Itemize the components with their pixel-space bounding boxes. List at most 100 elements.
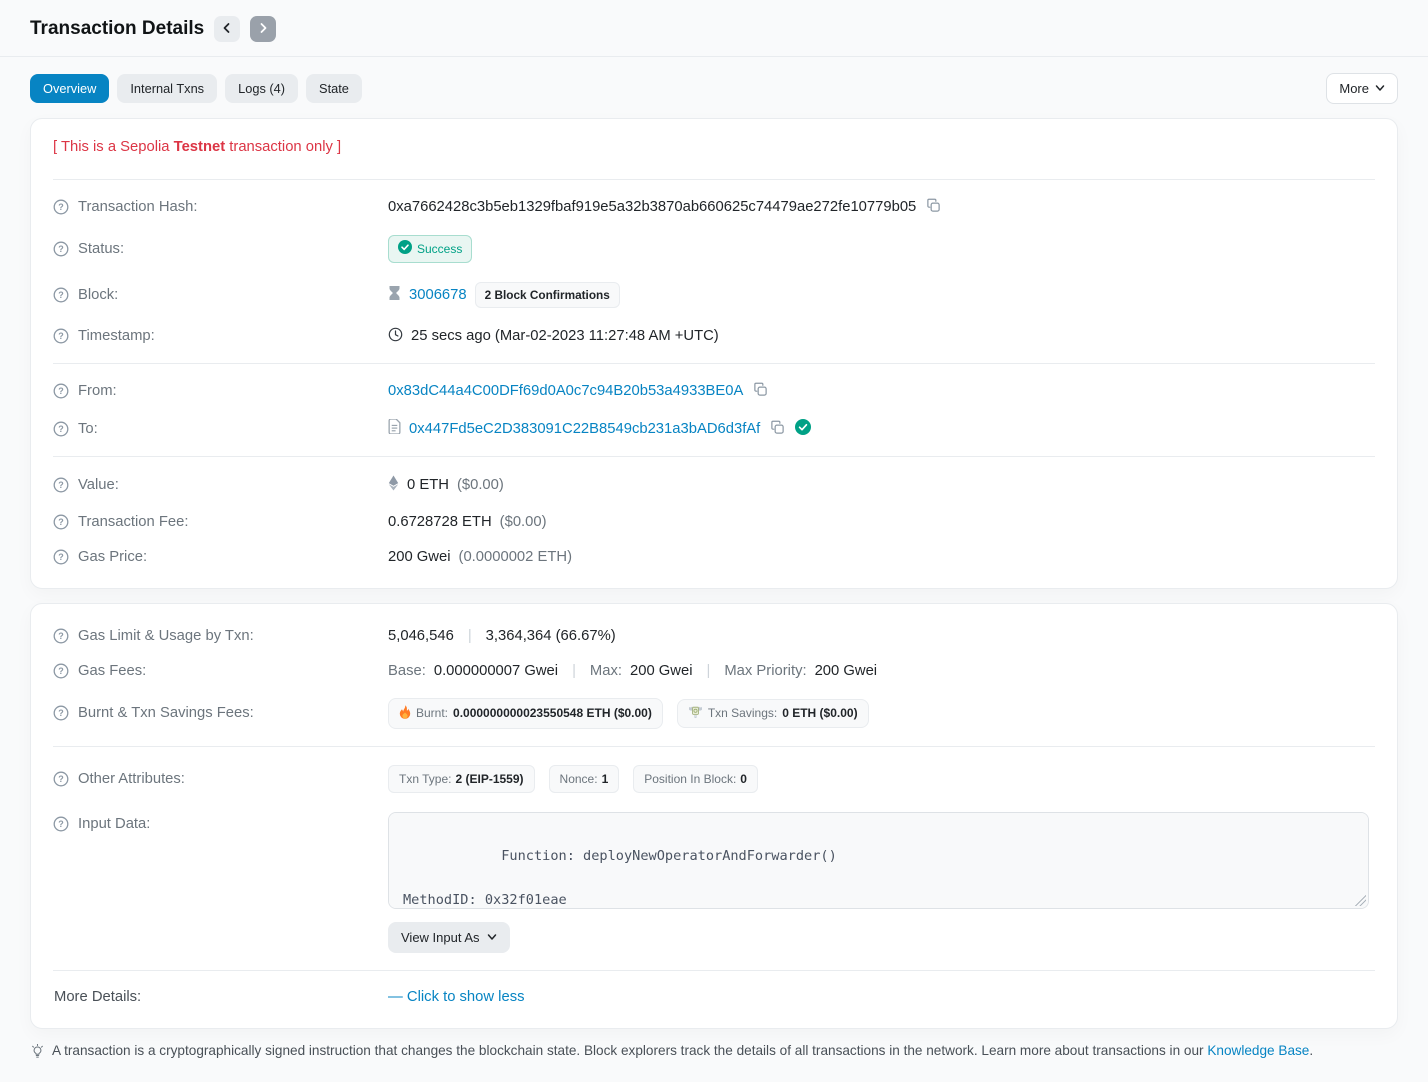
status-label: Status: [78, 241, 124, 257]
transaction-summary-section: ? Transaction Hash: 0xa7662428c3b5eb1329… [53, 179, 1375, 363]
help-icon[interactable]: ? [53, 628, 69, 644]
svg-text:?: ? [58, 202, 64, 212]
gas-limit-row: ? Gas Limit & Usage by Txn: 5,046,546 | … [53, 618, 1375, 653]
burnt-badge: Burnt: 0.000000000023550548 ETH ($0.00) [388, 698, 663, 729]
svg-text:?: ? [58, 331, 64, 341]
gas-price-row: ? Gas Price: 200 Gwei (0.0000002 ETH) [53, 539, 1375, 574]
tab-overview[interactable]: Overview [30, 74, 109, 103]
svg-text:?: ? [58, 774, 64, 784]
svg-text:?: ? [58, 552, 64, 562]
gas-limit-label: Gas Limit & Usage by Txn: [78, 628, 254, 644]
resize-handle[interactable] [1355, 895, 1366, 906]
nonce-value: 1 [602, 772, 609, 786]
position-in-block-label: Position In Block: [644, 772, 736, 786]
addresses-section: ? From: 0x83dC44a4C00DFf69d0A0c7c94B20b5… [53, 363, 1375, 456]
transaction-fee-amount: 0.6728728 ETH [388, 514, 492, 530]
svg-text:?: ? [58, 631, 64, 641]
tabs-row: Overview Internal Txns Logs (4) State Mo… [0, 57, 1428, 118]
contract-icon [388, 419, 401, 438]
hourglass-icon [388, 286, 401, 304]
copy-icon [926, 198, 941, 216]
copy-hash-button[interactable] [924, 198, 943, 216]
copy-to-address-button[interactable] [768, 420, 787, 438]
svg-text:?: ? [58, 386, 64, 396]
txn-savings-badge: Txn Savings: 0 ETH ($0.00) [677, 699, 869, 728]
svg-text:?: ? [58, 819, 64, 829]
input-data-label: Input Data: [78, 816, 150, 832]
help-icon[interactable]: ? [53, 771, 69, 787]
help-icon[interactable]: ? [53, 383, 69, 399]
copy-from-address-button[interactable] [751, 382, 770, 400]
tab-logs[interactable]: Logs (4) [225, 74, 298, 103]
transaction-details-page: Transaction Details Overview Internal Tx… [0, 0, 1428, 1082]
position-in-block-badge: Position In Block: 0 [633, 765, 758, 793]
block-confirmations-badge: 2 Block Confirmations [475, 282, 620, 308]
help-icon[interactable]: ? [53, 328, 69, 344]
from-row: ? From: 0x83dC44a4C00DFf69d0A0c7c94B20b5… [53, 372, 1375, 409]
help-icon[interactable]: ? [53, 477, 69, 493]
input-data-textarea[interactable]: Function: deployNewOperatorAndForwarder(… [388, 812, 1369, 909]
view-input-as-label: View Input As [401, 930, 480, 945]
verified-check-icon [795, 419, 811, 439]
testnet-warning-section: [ This is a Sepolia Testnet transaction … [53, 125, 1375, 179]
help-icon[interactable]: ? [53, 287, 69, 303]
previous-transaction-button[interactable] [214, 16, 240, 42]
copy-icon [753, 382, 768, 400]
attributes-section: ? Other Attributes: Txn Type: 2 (EIP-155… [53, 746, 1375, 970]
burnt-savings-label: Burnt & Txn Savings Fees: [78, 705, 254, 721]
svg-text:?: ? [58, 424, 64, 434]
gas-price-label: Gas Price: [78, 549, 147, 565]
status-row: ? Status: Success [53, 225, 1375, 272]
other-attributes-label: Other Attributes: [78, 771, 185, 787]
gas-fees-row: ? Gas Fees: Base: 0.000000007 Gwei | Max… [53, 653, 1375, 688]
help-icon[interactable]: ? [53, 663, 69, 679]
timestamp-row: ? Timestamp: 25 secs ago (Mar-02-2023 11… [53, 317, 1375, 355]
gas-section: ? Gas Limit & Usage by Txn: 5,046,546 | … [53, 610, 1375, 746]
help-icon[interactable]: ? [53, 705, 69, 721]
more-button-label: More [1339, 81, 1369, 96]
tab-internal-txns[interactable]: Internal Txns [117, 74, 217, 103]
from-label: From: [78, 383, 117, 399]
to-row: ? To: 0x447Fd5eC2D383091C22B8549cb231a3b… [53, 409, 1375, 448]
help-icon[interactable]: ? [53, 549, 69, 565]
help-icon[interactable]: ? [53, 816, 69, 832]
nonce-label: Nonce: [560, 772, 598, 786]
help-icon[interactable]: ? [53, 421, 69, 437]
value-amount: 0 ETH [407, 477, 449, 493]
to-label: To: [78, 421, 98, 437]
txn-type-badge: Txn Type: 2 (EIP-1559) [388, 765, 535, 793]
money-wings-icon [688, 706, 703, 721]
max-priority-fee-value: 200 Gwei [815, 663, 878, 679]
page-footer: A transaction is a cryptographically sig… [0, 1029, 1428, 1082]
to-address-link[interactable]: 0x447Fd5eC2D383091C22B8549cb231a3bAD6d3f… [409, 421, 760, 437]
block-row: ? Block: 3006678 2 Block Confirmations [53, 272, 1375, 317]
position-in-block-value: 0 [740, 772, 747, 786]
from-address-link[interactable]: 0x83dC44a4C00DFf69d0A0c7c94B20b53a4933BE… [388, 383, 743, 399]
knowledge-base-link[interactable]: Knowledge Base [1207, 1043, 1309, 1058]
check-circle-icon [398, 240, 412, 257]
chevron-left-icon [221, 22, 233, 37]
view-input-as-button[interactable]: View Input As [388, 922, 510, 953]
overview-card: [ This is a Sepolia Testnet transaction … [30, 118, 1398, 589]
block-label: Block: [78, 287, 118, 303]
timestamp-label: Timestamp: [78, 328, 155, 344]
status-badge: Success [388, 235, 472, 263]
page-title: Transaction Details [30, 18, 204, 40]
help-icon[interactable]: ? [53, 199, 69, 215]
more-dropdown-button[interactable]: More [1326, 73, 1398, 104]
show-less-link[interactable]: — Click to show less [388, 989, 525, 1005]
tab-state[interactable]: State [306, 74, 362, 103]
gas-limit-value: 5,046,546 [388, 628, 454, 644]
clock-icon [388, 327, 403, 346]
gas-fees-label: Gas Fees: [78, 663, 146, 679]
next-transaction-button[interactable] [250, 16, 276, 42]
more-details-row: More Details: — Click to show less [53, 979, 1375, 1014]
timestamp-value: 25 secs ago (Mar-02-2023 11:27:48 AM +UT… [411, 328, 719, 344]
status-badge-label: Success [417, 242, 462, 256]
nonce-badge: Nonce: 1 [549, 765, 620, 793]
block-number-link[interactable]: 3006678 [409, 287, 467, 303]
pipe-separator: | [462, 628, 478, 644]
transaction-hash-row: ? Transaction Hash: 0xa7662428c3b5eb1329… [53, 188, 1375, 225]
help-icon[interactable]: ? [53, 514, 69, 530]
help-icon[interactable]: ? [53, 241, 69, 257]
